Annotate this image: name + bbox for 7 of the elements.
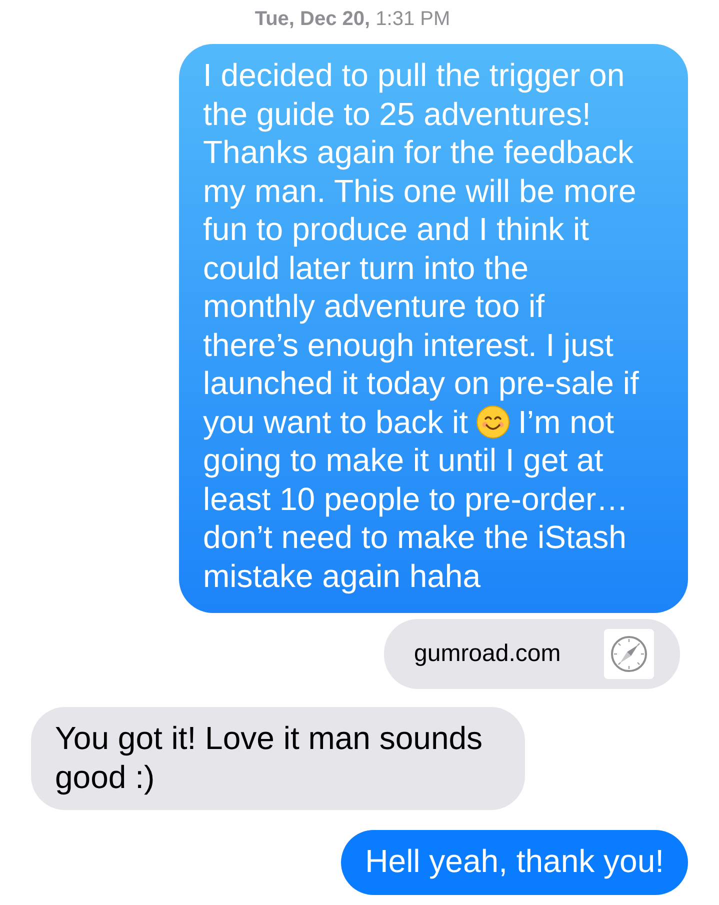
smiling-face-icon [476,404,510,438]
message-bubble: Hell yeah, thank you! [341,830,688,894]
message-bubble: I decided to pull the trigger on the guide to 25 adventures! Thanks again for the feedback my man. This one will be more fun to produce and I think it could later turn into the monthly adventure too if there’s enough interest. I just launched it today on pre-sale if you want to back it I’m not going to make it until I get at least 10 people to pre-order… don’t need to make the iStash mistake again haha [179,44,688,613]
link-preview-bubble[interactable]: gumroad.com [384,619,680,689]
message-bubble: You got it! Love it man sounds good :) [31,707,525,810]
compass-icon [604,629,654,679]
message-timestamp: Tue, Dec 20, 1:31 PM [254,8,452,31]
